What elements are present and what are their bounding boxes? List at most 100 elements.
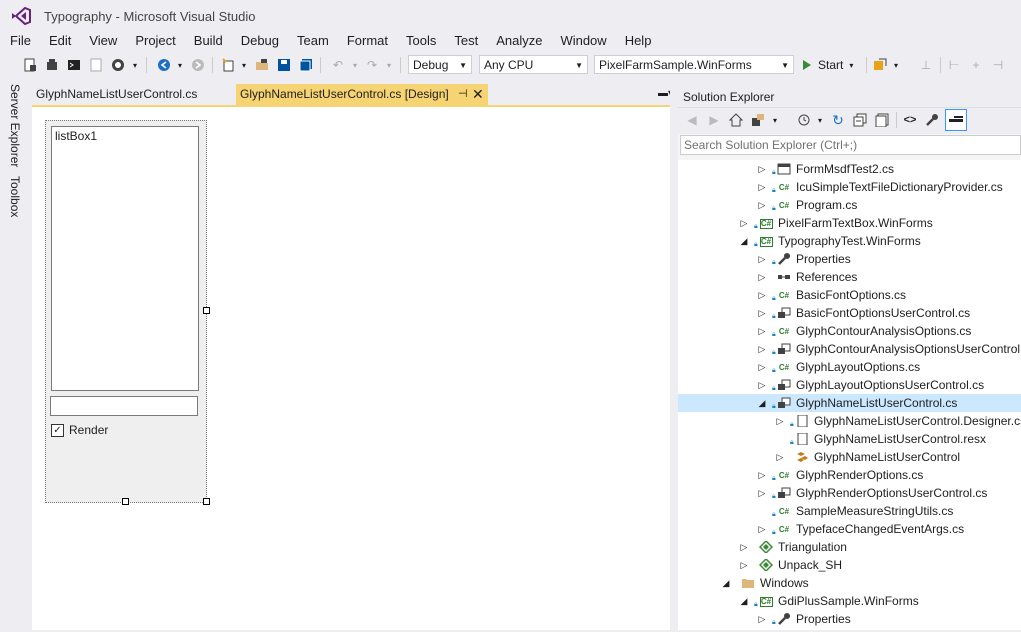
tree-item[interactable]: ◢ 🔒︎ C# GdiPlusSample.WinForms [678,592,1021,610]
menu-item-edit[interactable]: Edit [39,32,79,52]
browser-link-icon[interactable] [872,55,888,75]
chevron-down-icon[interactable]: ▾ [770,110,780,130]
collapse-all-icon[interactable] [852,110,868,130]
expanded-arrow-icon[interactable]: ◢ [739,232,749,250]
menu-item-project[interactable]: Project [125,32,183,52]
menu-item-format[interactable]: Format [337,32,396,52]
collapsed-arrow-icon[interactable]: ▷ [739,214,749,232]
menu-item-tools[interactable]: Tools [396,32,444,52]
globe-icon[interactable] [110,55,126,75]
tree-item[interactable]: ◢ Windows [678,574,1021,592]
expanded-arrow-icon[interactable]: ◢ [721,574,731,592]
menu-item-window[interactable]: Window [550,32,614,52]
pin-icon[interactable]: ⊣ [458,84,468,105]
collapsed-arrow-icon[interactable]: ▷ [757,160,767,178]
tree-item[interactable]: 🔒︎ GlyphNameListUserControl.resx [678,430,1021,448]
new-item-dropdown-icon[interactable]: ▾ [239,55,249,75]
home-icon[interactable] [728,110,744,130]
redo-dropdown-icon[interactable]: ▾ [384,55,394,75]
solution-configuration-select[interactable]: Debug ▼ [408,55,472,74]
forward-icon[interactable]: ▶ [706,110,722,130]
menu-item-debug[interactable]: Debug [231,32,287,52]
design-surface[interactable]: listBox1 ✓ Render [32,107,670,630]
undo-icon[interactable]: ↶ [330,55,346,75]
preview-selected-items-icon[interactable] [945,109,967,131]
properties-wrench-icon[interactable] [924,110,940,130]
tab-design-view[interactable]: GlyphNameListUserControl.cs [Design] ⊣ ✕ [236,84,488,105]
collapsed-arrow-icon[interactable]: ▷ [757,376,767,394]
resize-handle-bottom-right[interactable] [203,498,210,505]
show-all-files-icon[interactable] [874,110,890,130]
align-icon[interactable]: ⊥ [918,55,934,75]
collapsed-arrow-icon[interactable]: ▷ [757,196,767,214]
tree-item[interactable]: ▷ 🔒︎ C# GlyphContourAnalysisOptions.cs [678,322,1021,340]
server-explorer-tab[interactable]: Server Explorer [8,84,22,167]
align-center-icon[interactable]: + [968,55,984,75]
panel-splitter[interactable] [670,84,678,630]
tree-item[interactable]: 🔒︎ C# SampleMeasureStringUtils.cs [678,502,1021,520]
tree-item[interactable]: ▷ 🔒︎ Properties [678,250,1021,268]
start-button[interactable]: Start ▾ [800,55,860,75]
expanded-arrow-icon[interactable]: ◢ [757,394,767,412]
expanded-arrow-icon[interactable]: ◢ [739,592,749,610]
tree-item[interactable]: ▷ 🔒︎ C# GlyphRenderOptions.cs [678,466,1021,484]
tree-item[interactable]: ▷ 🔒︎ C# Program.cs [678,196,1021,214]
document-icon[interactable] [88,55,104,75]
tree-item[interactable]: ▷ Unpack_SH [678,556,1021,574]
redo-icon[interactable]: ↷ [364,55,380,75]
tree-item[interactable]: ▷ 🔒︎ C# BasicFontOptions.cs [678,286,1021,304]
menu-item-team[interactable]: Team [287,32,337,52]
pending-changes-icon[interactable] [796,110,812,130]
collapsed-arrow-icon[interactable]: ▷ [757,322,767,340]
tree-item[interactable]: ▷ 🔒︎ C# IcuSimpleTextFileDictionaryProvider… [678,178,1021,196]
tab-code-view[interactable]: GlyphNameListUserControl.cs [32,84,236,105]
tree-item[interactable]: ▷ Triangulation [678,538,1021,556]
collapsed-arrow-icon[interactable]: ▷ [757,250,767,268]
solution-platform-select[interactable]: Any CPU ▼ [479,55,588,74]
save-icon[interactable] [276,55,292,75]
tree-item[interactable]: ▷ 🔒︎ Properties [678,610,1021,628]
toolbox-tab[interactable]: Toolbox [8,176,22,217]
collapsed-arrow-icon[interactable]: ▷ [757,286,767,304]
collapsed-arrow-icon[interactable]: ▷ [757,268,767,286]
save-all-icon[interactable] [298,55,314,75]
collapsed-arrow-icon[interactable]: ▷ [757,520,767,538]
menu-item-help[interactable]: Help [615,32,660,52]
undo-dropdown-icon[interactable]: ▾ [350,55,360,75]
collapsed-arrow-icon[interactable]: ▷ [757,484,767,502]
menu-item-analyze[interactable]: Analyze [486,32,550,52]
collapsed-arrow-icon[interactable]: ▷ [775,412,785,430]
open-folder-icon[interactable] [254,55,270,75]
overflow-chevron-icon[interactable]: ▾ [130,55,140,75]
tree-item[interactable]: ▷ 🔒︎ GlyphNameListUserControl.Designer.cs [678,412,1021,430]
open-file-icon[interactable] [44,55,60,75]
menu-item-file[interactable]: File [0,32,39,52]
listbox-control[interactable]: listBox1 [51,126,199,391]
startup-project-select[interactable]: PixelFarmSample.WinForms ▼ [594,55,794,74]
tree-item[interactable]: ▷ 🔒︎ C# PixelFarmTextBox.WinForms [678,214,1021,232]
close-icon[interactable]: ✕ [472,84,484,105]
collapsed-arrow-icon[interactable]: ▷ [757,466,767,484]
user-control-canvas[interactable]: listBox1 ✓ Render [45,120,207,503]
tree-item[interactable]: ▷ 🔒︎ GlyphContourAnalysisOptionsUserContro… [678,340,1021,358]
align-left-icon[interactable]: ⊢ [946,55,962,75]
render-checkbox[interactable]: ✓ [51,424,64,437]
collapsed-arrow-icon[interactable]: ▷ [757,304,767,322]
collapsed-arrow-icon[interactable]: ▷ [757,358,767,376]
refresh-icon[interactable]: ↻ [830,110,846,130]
back-dropdown-icon[interactable]: ▾ [175,55,185,75]
navigate-back-icon[interactable] [156,55,172,75]
resize-handle-right[interactable] [203,307,210,314]
tree-item[interactable]: ▷ 🔒︎ C# TypefaceChangedEventArgs.cs [678,520,1021,538]
tree-item[interactable]: ▷ 🔒︎ C# GlyphLayoutOptions.cs [678,358,1021,376]
tree-item[interactable]: ▷ 🔒︎ BasicFontOptionsUserControl.cs [678,304,1021,322]
collapsed-arrow-icon[interactable]: ▷ [775,448,785,466]
collapsed-arrow-icon[interactable]: ▷ [757,178,767,196]
menu-item-view[interactable]: View [79,32,125,52]
collapsed-arrow-icon[interactable]: ▷ [739,556,749,574]
resize-handle-bottom[interactable] [122,498,129,505]
tree-item[interactable]: ▷ References [678,268,1021,286]
tree-item[interactable]: ▷ 🔒︎ GlyphRenderOptionsUserControl.cs [678,484,1021,502]
solution-explorer-search-input[interactable]: Search Solution Explorer (Ctrl+;) [680,135,1021,155]
tree-item[interactable]: ▷ GlyphNameListUserControl [678,448,1021,466]
